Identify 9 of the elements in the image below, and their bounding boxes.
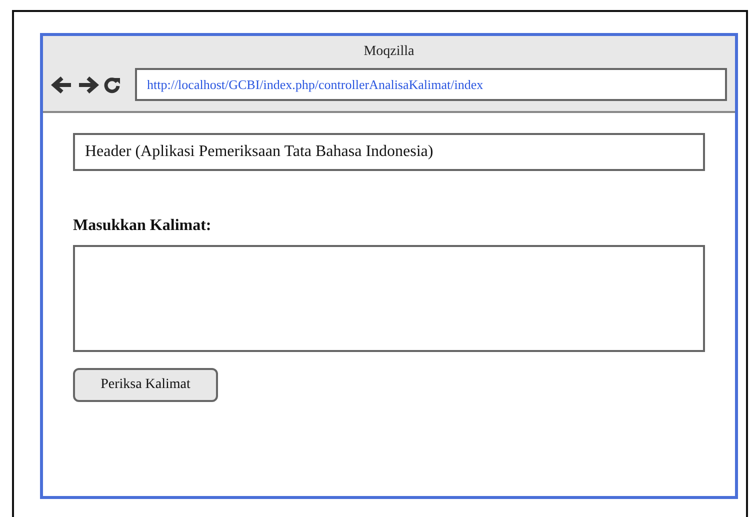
header-box: Header (Aplikasi Pemeriksaan Tata Bahasa Indonesia) bbox=[73, 133, 705, 171]
forward-arrow-icon[interactable] bbox=[77, 76, 99, 94]
input-label: Masukkan Kalimat: bbox=[73, 217, 212, 235]
address-bar[interactable]: http://localhost/GCBI/index.php/controllerAnalisaKalimat/index bbox=[135, 68, 727, 101]
back-arrow-icon[interactable] bbox=[51, 76, 73, 94]
sentence-input-field[interactable] bbox=[73, 245, 705, 352]
reload-icon[interactable] bbox=[103, 76, 121, 94]
check-button[interactable]: Periksa Kalimat bbox=[73, 368, 218, 402]
window-title: Moqzilla bbox=[364, 44, 414, 60]
